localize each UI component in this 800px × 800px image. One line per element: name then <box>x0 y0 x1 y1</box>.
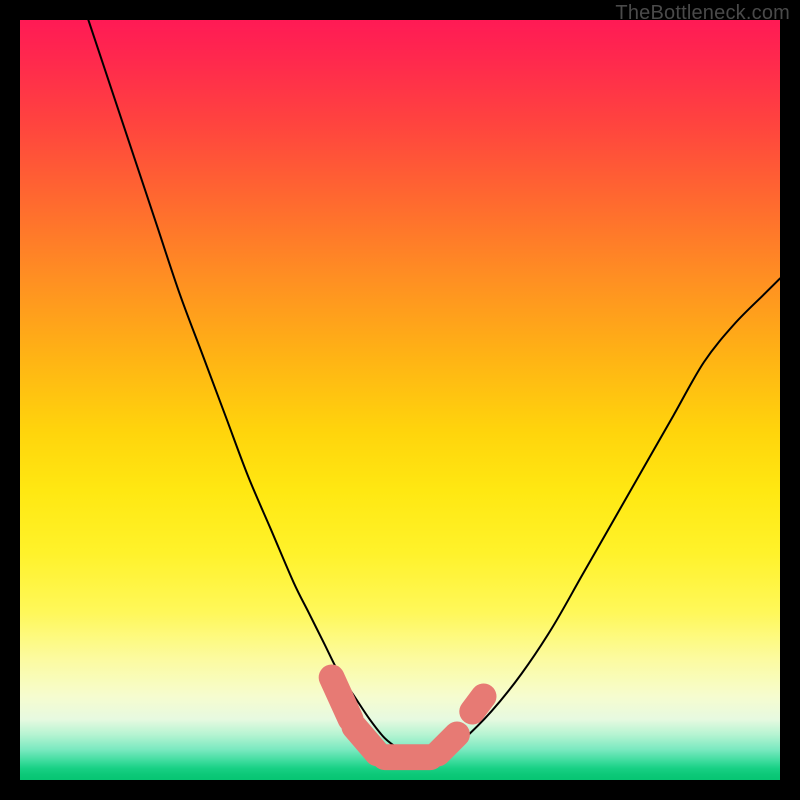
plot-area <box>20 20 780 780</box>
left-sausage-a <box>332 677 351 719</box>
left-sausage-b <box>354 727 377 754</box>
right-sausage-a <box>438 734 457 753</box>
curve-layer <box>20 20 780 780</box>
right-sausage-b <box>472 696 483 711</box>
chart-frame: TheBottleneck.com <box>0 0 800 800</box>
bottleneck-curve <box>88 20 780 758</box>
curve-markers <box>332 677 484 757</box>
watermark-text: TheBottleneck.com <box>615 2 790 25</box>
